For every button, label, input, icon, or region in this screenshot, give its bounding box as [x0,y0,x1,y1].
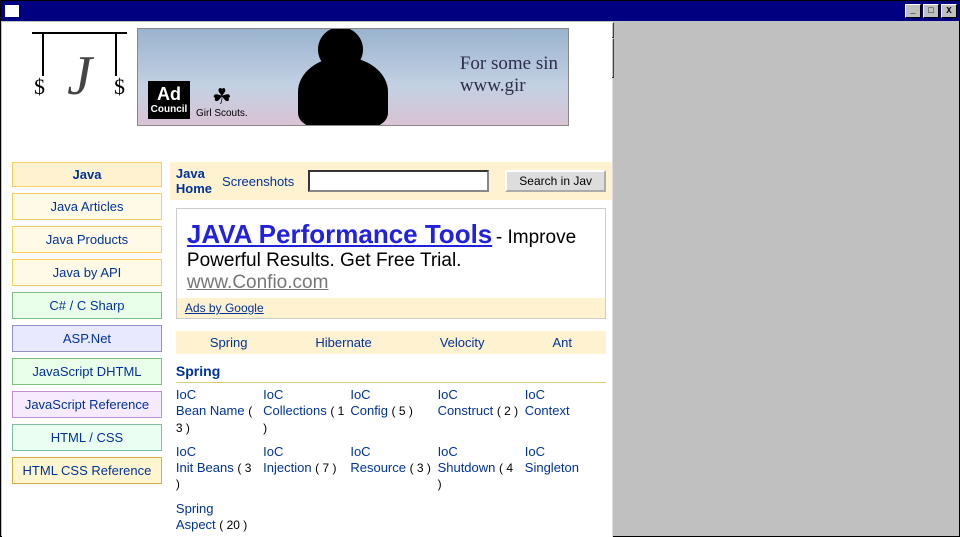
maximize-button[interactable]: □ [923,4,939,18]
section-heading: Spring [176,360,606,383]
page-viewport: J For some sin www.gir Ad Council ☘ Girl… [2,22,612,537]
banner-ad-text: For some sin www.gir [460,53,558,97]
topic-link [263,501,344,534]
sidebar-item-5[interactable]: JavaScript DHTML [12,358,162,385]
main-layout: Java Java Articles Java Products Java by A… [2,132,612,537]
ads-by-google-link[interactable]: Ads by Google [177,298,605,318]
topic-link[interactable]: SpringAspect ( 20 ) [176,501,257,534]
logo-letter: J [67,44,92,108]
banner-ad-line2: www.gir [460,75,558,97]
topic-link[interactable]: IoCContext [525,387,606,436]
titlebar: _ □ X [1,1,959,21]
search-button[interactable]: Search in Jav [505,170,606,192]
trefoil-icon: ☘ [196,86,248,108]
topic-link[interactable]: IoCCollections ( 1 ) [263,387,344,436]
topic-link[interactable]: IoCBean Name ( 3 ) [176,387,257,436]
sidebar-item-6[interactable]: JavaScript Reference [12,391,162,418]
category-tabs: Spring Hibernate Velocity Ant [176,331,606,354]
top-navbar: Java Home Screenshots Search in Jav [170,162,612,200]
site-logo[interactable]: J [32,32,127,112]
topic-link [350,501,431,534]
screenshots-link[interactable]: Screenshots [222,174,294,189]
category-tab-hibernate[interactable]: Hibernate [315,335,371,350]
topic-link [525,501,606,534]
girl-scouts-logo: ☘ Girl Scouts. [196,86,248,119]
search-input[interactable] [308,170,489,192]
sidebar-item-0[interactable]: Java Articles [12,193,162,220]
topic-link[interactable]: IoCShutdown ( 4 ) [438,444,519,493]
minimize-button[interactable]: _ [905,4,921,18]
sidebar-item-7[interactable]: HTML / CSS [12,424,162,451]
topic-link[interactable]: IoCResource ( 3 ) [350,444,431,493]
category-tab-ant[interactable]: Ant [552,335,572,350]
google-ad[interactable]: JAVA Performance Tools - Improve Powerfu… [176,208,606,319]
close-button[interactable]: X [941,4,957,18]
category-tab-velocity[interactable]: Velocity [440,335,485,350]
topic-link[interactable]: IoCConfig ( 5 ) [350,387,431,436]
sidebar-item-3[interactable]: C# / C Sharp [12,292,162,319]
topic-link[interactable]: IoCInit Beans ( 3 ) [176,444,257,493]
header-banner: J For some sin www.gir Ad Council ☘ Girl… [2,22,612,132]
content-sections: Spring IoCBean Name ( 3 )IoCCollections (… [170,360,612,537]
java-home-link[interactable]: Java Home [176,166,212,196]
section-spring: Spring IoCBean Name ( 3 )IoCCollections (… [176,360,606,533]
topic-link[interactable]: IoCInjection ( 7 ) [263,444,344,493]
sidebar-item-4[interactable]: ASP.Net [12,325,162,352]
topic-link[interactable]: IoCSingleton [525,444,606,493]
sidebar-nav: Java Java Articles Java Products Java by A… [12,162,162,537]
app-window: _ □ X ▲ J For some sin www.gir [0,0,960,537]
banner-ad-logos: Ad Council ☘ Girl Scouts. [148,81,248,119]
sidebar-item-1[interactable]: Java Products [12,226,162,253]
sidebar-item-2[interactable]: Java by API [12,259,162,286]
ad-desc-1: - Improve [496,227,576,248]
banner-silhouette [278,28,408,125]
system-menu-icon[interactable] [5,5,19,17]
topic-link[interactable]: IoCConstruct ( 2 ) [438,387,519,436]
window-controls: _ □ X [905,4,957,18]
banner-ad[interactable]: For some sin www.gir Ad Council ☘ Girl S… [137,28,569,126]
main-column: Java Home Screenshots Search in Jav JAVA… [170,162,612,537]
sidebar-heading: Java [12,162,162,187]
sidebar-item-8[interactable]: HTML CSS Reference [12,457,162,484]
topic-link [438,501,519,534]
ad-desc-2: Powerful Results. Get Free Trial. [187,250,462,271]
ad-title[interactable]: JAVA Performance Tools [187,219,492,249]
banner-ad-line1: For some sin [460,53,558,75]
category-tab-spring[interactable]: Spring [210,335,248,350]
ad-council-logo: Ad Council [148,81,190,119]
ad-url[interactable]: www.Confio.com [187,272,329,293]
link-grid: IoCBean Name ( 3 )IoCCollections ( 1 )Io… [176,387,606,533]
